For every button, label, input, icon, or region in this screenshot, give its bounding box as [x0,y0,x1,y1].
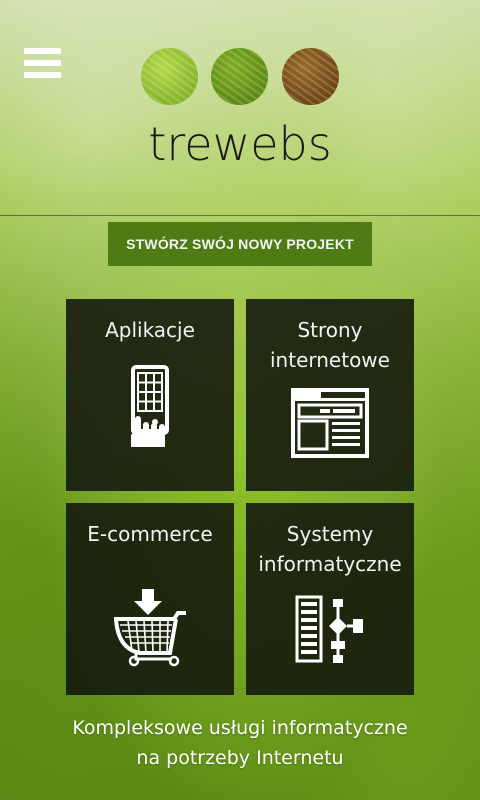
tile-title-line: internetowe [270,348,390,372]
logo-dot-light-green [141,48,198,105]
tile-title: E-commerce [70,519,230,549]
logo-text: trewebs [148,117,332,171]
logo-dots [140,46,340,106]
tile-title-line: informatyczne [258,552,402,576]
tile-strony-internetowe[interactable]: Strony internetowe [246,299,414,491]
menu-bar [24,48,61,54]
tagline-line: na potrzeby Internetu [136,747,344,769]
flowchart-icon [246,595,414,665]
tile-title: Systemy informatyczne [250,519,410,579]
tagline-line: Kompleksowe usługi informatyczne [72,717,408,739]
website-icon [246,387,414,459]
header-divider [0,215,480,216]
tile-title-line: Systemy [286,522,374,546]
tile-e-commerce[interactable]: E-commerce [66,503,234,695]
hamburger-menu-icon[interactable] [24,48,61,78]
shopping-cart-icon [66,589,234,667]
new-project-button[interactable]: STWÓRZ SWÓJ NOWY PROJEKT [108,222,372,266]
tile-title-line: Strony [297,318,363,342]
logo-dot-brown [282,48,339,105]
menu-bar [24,60,61,66]
tile-title-line: E-commerce [87,522,213,546]
tile-title-line: Aplikacje [105,318,195,342]
logo-dot-green [211,48,268,105]
tagline: Kompleksowe usługi informatyczne na potr… [0,713,480,773]
tile-systemy-informatyczne[interactable]: Systemy informatyczne [246,503,414,695]
logo[interactable]: trewebs [140,46,340,171]
menu-bar [24,72,61,78]
mobile-app-icon [66,365,234,465]
header: trewebs [0,0,480,216]
tile-aplikacje[interactable]: Aplikacje [66,299,234,491]
tile-title: Strony internetowe [250,315,410,375]
tile-title: Aplikacje [70,315,230,345]
